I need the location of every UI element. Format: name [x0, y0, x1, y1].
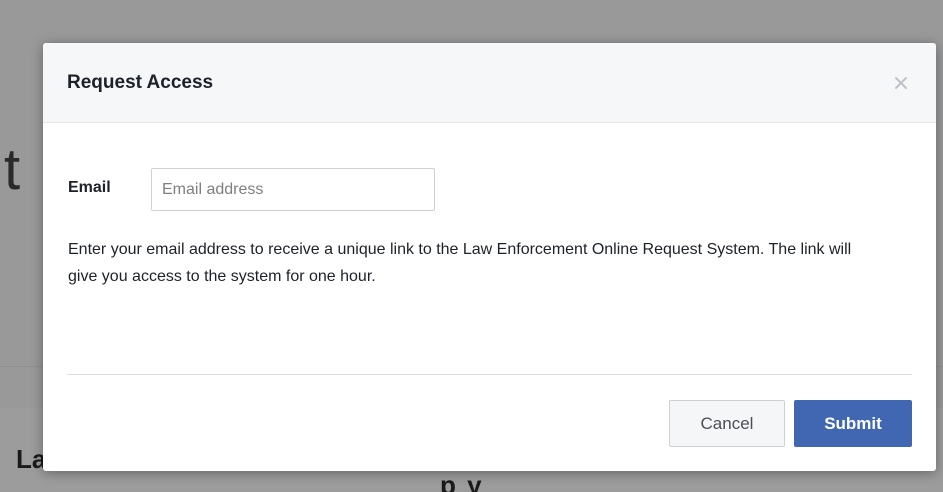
background-partial-tail-text: p y [440, 470, 484, 492]
dialog-title: Request Access [67, 72, 214, 93]
dialog-header: Request Access [43, 43, 936, 123]
email-label: Email [68, 179, 111, 196]
footer-divider [67, 374, 912, 375]
cancel-button[interactable]: Cancel [669, 400, 785, 447]
close-icon-glyph [895, 77, 907, 89]
background-partial-heading: La [16, 444, 47, 474]
close-icon[interactable] [889, 71, 913, 95]
submit-button[interactable]: Submit [794, 400, 912, 447]
email-input[interactable] [151, 168, 435, 211]
background-partial-letter: t [4, 137, 21, 202]
background-partial-tail: p y [440, 470, 580, 492]
request-access-dialog: Request Access Email Enter your email ad… [43, 43, 936, 471]
dialog-description: Enter your email address to receive a un… [68, 241, 852, 285]
